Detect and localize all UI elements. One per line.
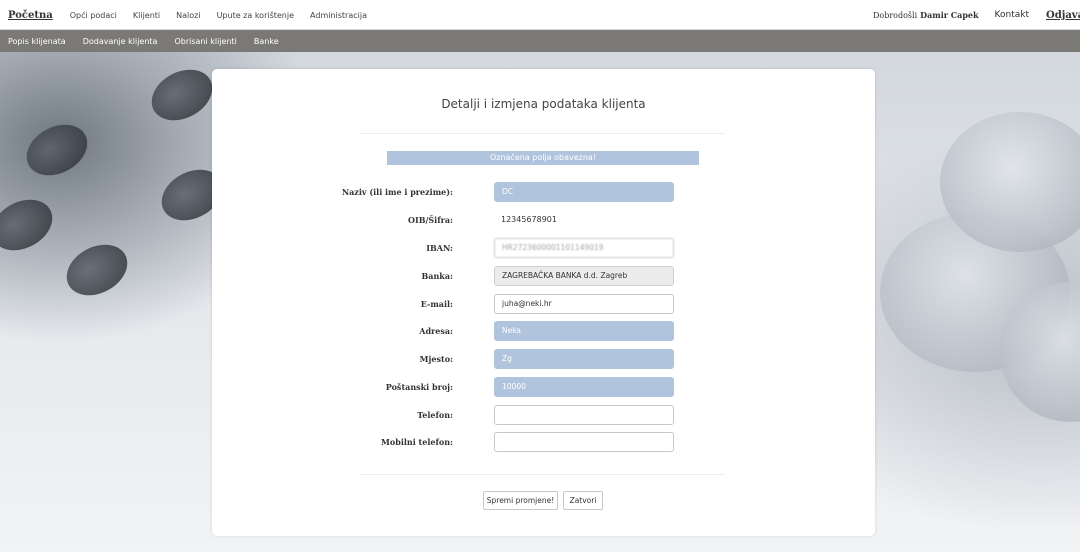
subnav-popis-klijenata[interactable]: Popis klijenata (8, 37, 66, 46)
naziv-input[interactable]: DC (494, 182, 674, 202)
calculator-key-decoration (142, 59, 222, 131)
welcome-label: Dobrodošli (872, 11, 918, 20)
mobilni-telefon-input[interactable] (494, 432, 674, 452)
nav-administracija[interactable]: Administracija (310, 11, 367, 20)
contact-link[interactable]: Kontakt (995, 10, 1029, 20)
nav-klijenti[interactable]: Klijenti (133, 11, 160, 20)
mjesto-input[interactable]: Zg (494, 349, 674, 369)
calculator-key-decoration (57, 234, 137, 306)
buttons-divider (360, 474, 725, 475)
telefon-input[interactable] (494, 405, 674, 425)
nav-opci-podaci[interactable]: Opći podaci (70, 11, 117, 20)
save-button[interactable]: Spremi promjene! (483, 491, 558, 510)
postanski-broj-input[interactable]: 10000 (494, 377, 674, 397)
naziv-label: Naziv (ili ime i prezime): (341, 187, 453, 197)
user-name: Damir Capek (920, 10, 979, 20)
iban-label: IBAN: (426, 243, 453, 253)
field-row-oib: OIB/Šifra: 12345678901 (212, 210, 875, 230)
banka-input: ZAGREBAČKA BANKA d.d. Zagreb (494, 266, 674, 286)
oib-value: 12345678901 (501, 215, 557, 224)
field-row-mjesto: Mjesto: Zg (212, 349, 875, 369)
subnav-banke[interactable]: Banke (254, 37, 279, 46)
user-menu: DobrodošliDamir Capek Kontakt Odjava (873, 0, 1080, 30)
mjesto-label: Mjesto: (419, 354, 453, 364)
nav-upute[interactable]: Upute za korištenje (217, 11, 294, 20)
subnav-obrisani-klijenti[interactable]: Obrisani klijenti (174, 37, 236, 46)
field-row-telefon: Telefon: (212, 405, 875, 425)
adresa-input[interactable]: Neka (494, 321, 674, 341)
close-button[interactable]: Zatvori (563, 491, 603, 510)
required-fields-notice: Označena polja obavezna! (387, 151, 699, 165)
sub-navigation: Popis klijenata Dodavanje klijenta Obris… (0, 30, 1080, 52)
mobilni-telefon-label: Mobilni telefon: (381, 437, 453, 447)
field-row-banka: Banka: ZAGREBAČKA BANKA d.d. Zagreb (212, 266, 875, 286)
title-divider (360, 133, 725, 134)
subnav-dodavanje-klijenta[interactable]: Dodavanje klijenta (83, 37, 158, 46)
iban-input[interactable]: HR2723600001101149019 (494, 238, 674, 258)
field-row-mobilni-telefon: Mobilni telefon: (212, 432, 875, 452)
field-row-iban: IBAN: HR2723600001101149019 (212, 238, 875, 258)
client-details-card: Detalji i izmjena podataka klijenta Ozna… (212, 69, 875, 536)
field-row-naziv: Naziv (ili ime i prezime): DC (212, 182, 875, 202)
calculator-key-decoration (17, 114, 97, 186)
field-row-postanski-broj: Poštanski broj: 10000 (212, 377, 875, 397)
field-row-email: E-mail: juha@neki.hr (212, 294, 875, 314)
nav-home-link[interactable]: Početna (8, 10, 53, 21)
telefon-label: Telefon: (417, 410, 453, 420)
nav-nalozi[interactable]: Nalozi (176, 11, 200, 20)
logout-link[interactable]: Odjava (1046, 10, 1080, 21)
page-title: Detalji i izmjena podataka klijenta (441, 97, 646, 111)
top-navigation: Početna Opći podaci Klijenti Nalozi Uput… (0, 0, 1080, 30)
field-row-adresa: Adresa: Neka (212, 321, 875, 341)
welcome-text: Dobrodošli Damir Capek (873, 10, 979, 20)
banka-label: Banka: (421, 271, 453, 281)
adresa-label: Adresa: (419, 326, 453, 336)
oib-label: OIB/Šifra: (407, 215, 453, 225)
postanski-broj-label: Poštanski broj: (385, 382, 453, 392)
calculator-key-decoration (0, 189, 62, 261)
email-input[interactable]: juha@neki.hr (494, 294, 674, 314)
email-label: E-mail: (420, 299, 453, 309)
main-menu: Početna Opći podaci Klijenti Nalozi Uput… (8, 0, 383, 30)
